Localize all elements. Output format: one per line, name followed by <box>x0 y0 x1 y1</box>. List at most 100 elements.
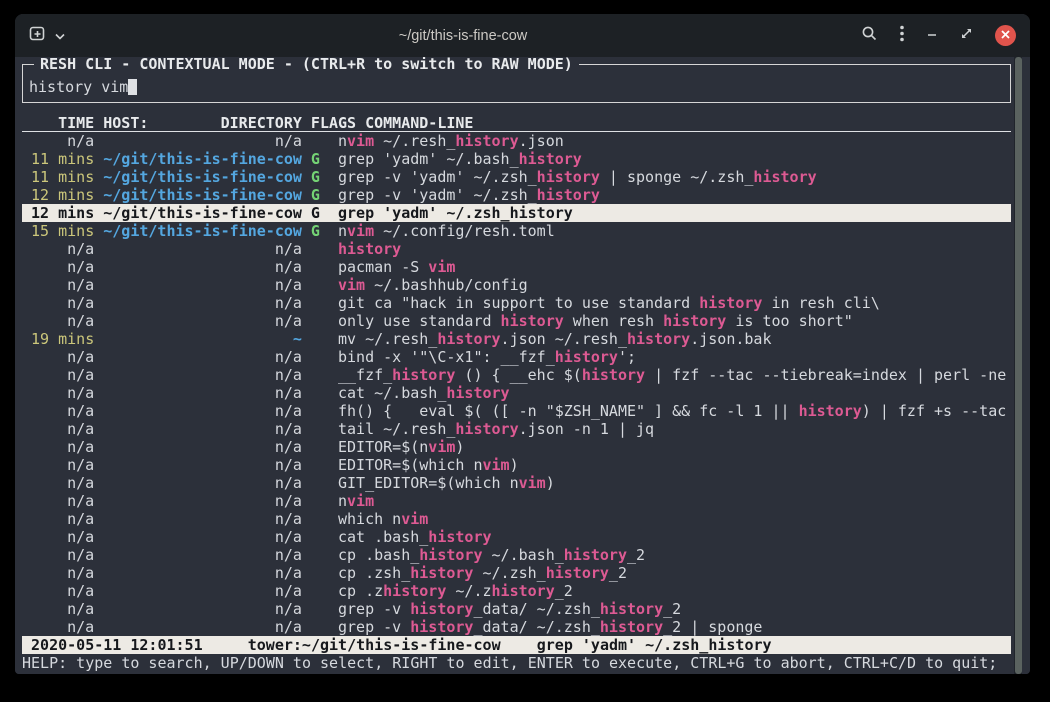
row-flags <box>311 420 320 438</box>
history-row[interactable]: n/an/agit ca "hack in support to use sta… <box>22 294 1011 312</box>
new-tab-button[interactable] <box>29 25 46 47</box>
row-command: cp .zsh_history ~/.zsh_history_2 <box>338 564 1011 582</box>
history-row[interactable]: 11 mins~/git/this-is-fine-cowGgrep 'yadm… <box>22 150 1011 168</box>
row-command: nvim <box>338 492 1011 510</box>
search-button[interactable] <box>861 25 878 47</box>
history-row[interactable]: n/an/agrep -v history_data/ ~/.zsh_histo… <box>22 600 1011 618</box>
history-row[interactable]: n/an/afh() { eval $( ([ -n "$ZSH_NAME" ]… <box>22 402 1011 420</box>
row-flags <box>311 240 320 258</box>
history-row-selected[interactable]: 12 mins~/git/this-is-fine-cowGgrep 'yadm… <box>22 204 1011 222</box>
row-time: n/a <box>31 294 94 312</box>
row-time: 12 mins <box>31 186 94 204</box>
row-directory: n/a <box>103 258 302 276</box>
row-directory: n/a <box>103 420 302 438</box>
titlebar: ~/git/this-is-fine-cow <box>15 14 1030 57</box>
row-flags <box>311 474 320 492</box>
row-time: n/a <box>31 564 94 582</box>
row-directory: n/a <box>103 132 302 150</box>
status-command: grep 'yadm' ~/.zsh_history <box>537 636 772 654</box>
row-command: EDITOR=$(nvim) <box>338 438 1011 456</box>
close-button[interactable] <box>995 25 1016 46</box>
row-command: grep 'yadm' ~/.bash_history <box>338 150 1011 168</box>
row-flags <box>311 294 320 312</box>
row-directory: n/a <box>103 276 302 294</box>
history-row[interactable]: n/an/acp .zhistory ~/.zhistory_2 <box>22 582 1011 600</box>
row-flags: G <box>311 150 320 168</box>
history-table-header: TIME HOST:DIRECTORY FLAGS COMMAND-LINE <box>22 114 1011 132</box>
row-flags <box>311 618 320 636</box>
row-directory: n/a <box>103 474 302 492</box>
row-command: cat ~/.bash_history <box>338 384 1011 402</box>
row-time: n/a <box>31 276 94 294</box>
history-row[interactable]: n/an/aonly use standard history when res… <box>22 312 1011 330</box>
row-directory: n/a <box>103 240 302 258</box>
history-row[interactable]: n/an/acp .bash_history ~/.bash_history_2 <box>22 546 1011 564</box>
history-row[interactable]: 11 mins~/git/this-is-fine-cowGgrep -v 'y… <box>22 168 1011 186</box>
new-tab-icon <box>29 25 46 47</box>
minimize-button[interactable] <box>926 27 938 45</box>
scrollbar[interactable] <box>1014 57 1022 674</box>
row-time: n/a <box>31 240 94 258</box>
row-flags <box>311 258 320 276</box>
row-flags <box>311 402 320 420</box>
history-row[interactable]: n/an/ahistory <box>22 240 1011 258</box>
row-flags <box>311 492 320 510</box>
row-flags <box>311 312 320 330</box>
row-command: tail ~/.resh_history.json -n 1 | jq <box>338 420 1011 438</box>
menu-button[interactable] <box>900 25 904 47</box>
history-row[interactable]: n/an/awhich nvim <box>22 510 1011 528</box>
row-command: cp .bash_history ~/.bash_history_2 <box>338 546 1011 564</box>
scrollbar-thumb[interactable] <box>1015 57 1022 674</box>
history-table-body: n/an/anvim ~/.resh_history.json11 mins~/… <box>22 132 1011 636</box>
header-host-directory: HOST:DIRECTORY <box>103 114 302 131</box>
row-directory: n/a <box>103 600 302 618</box>
row-time: n/a <box>31 312 94 330</box>
history-row[interactable]: n/an/anvim <box>22 492 1011 510</box>
history-row[interactable]: 12 mins~/git/this-is-fine-cowGgrep -v 'y… <box>22 186 1011 204</box>
history-row[interactable]: n/an/acat ~/.bash_history <box>22 384 1011 402</box>
history-row[interactable]: n/an/agrep -v history_data/ ~/.zsh_histo… <box>22 618 1011 636</box>
history-row[interactable]: 15 mins~/git/this-is-fine-cowGnvim ~/.co… <box>22 222 1011 240</box>
row-time: n/a <box>31 474 94 492</box>
history-row[interactable]: n/an/acp .zsh_history ~/.zsh_history_2 <box>22 564 1011 582</box>
tab-list-dropdown[interactable] <box>55 27 65 45</box>
row-flags <box>311 528 320 546</box>
row-directory: ~/git/this-is-fine-cow <box>103 204 302 222</box>
row-flags: G <box>311 186 320 204</box>
row-directory: n/a <box>103 366 302 384</box>
close-icon <box>1000 27 1011 45</box>
row-directory: n/a <box>103 402 302 420</box>
row-command: grep -v history_data/ ~/.zsh_history_2 <box>338 600 1011 618</box>
history-row[interactable]: n/an/apacman -S vim <box>22 258 1011 276</box>
row-directory: n/a <box>103 348 302 366</box>
history-row[interactable]: 19 mins~mv ~/.resh_history.json ~/.resh_… <box>22 330 1011 348</box>
history-row[interactable]: n/an/anvim ~/.resh_history.json <box>22 132 1011 150</box>
row-command: grep -v history_data/ ~/.zsh_history_2 |… <box>338 618 1011 636</box>
restore-button[interactable] <box>960 27 973 45</box>
row-directory: n/a <box>103 384 302 402</box>
history-row[interactable]: n/an/aEDITOR=$(which nvim) <box>22 456 1011 474</box>
terminal-window: ~/git/this-is-fine-cow <box>15 14 1030 674</box>
text-cursor <box>128 79 137 95</box>
row-command: bind -x '"\C-x1": __fzf_history'; <box>338 348 1011 366</box>
row-flags: G <box>311 168 320 186</box>
row-directory: ~/git/this-is-fine-cow <box>103 168 302 186</box>
history-row[interactable]: n/an/aEDITOR=$(nvim) <box>22 438 1011 456</box>
history-row[interactable]: n/an/acat .bash_history <box>22 528 1011 546</box>
history-row[interactable]: n/an/aGIT_EDITOR=$(which nvim) <box>22 474 1011 492</box>
row-directory: ~/git/this-is-fine-cow <box>103 186 302 204</box>
row-time: n/a <box>31 438 94 456</box>
row-flags <box>311 348 320 366</box>
row-time: 11 mins <box>31 150 94 168</box>
row-flags <box>311 546 320 564</box>
row-flags <box>311 132 320 150</box>
history-row[interactable]: n/a n/a vim ~/.bashhub/config <box>22 276 1011 294</box>
row-directory: n/a <box>103 528 302 546</box>
history-row[interactable]: n/an/atail ~/.resh_history.json -n 1 | j… <box>22 420 1011 438</box>
window-title: ~/git/this-is-fine-cow <box>65 28 861 44</box>
row-time: n/a <box>31 258 94 276</box>
row-command: cp .zhistory ~/.zhistory_2 <box>338 582 1011 600</box>
history-row[interactable]: n/an/a__fzf_history () { __ehc $(history… <box>22 366 1011 384</box>
history-row[interactable]: n/an/abind -x '"\C-x1": __fzf_history'; <box>22 348 1011 366</box>
row-command: vim ~/.bashhub/config <box>338 276 1011 294</box>
